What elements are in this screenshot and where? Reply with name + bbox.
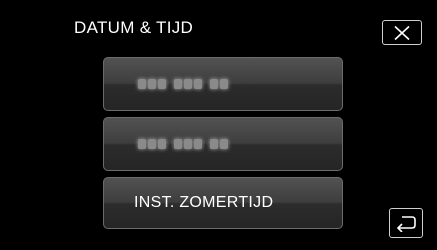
- menu-item-1-button[interactable]: [103, 57, 343, 111]
- close-icon: [394, 25, 410, 40]
- blurred-label: [138, 79, 228, 89]
- back-button[interactable]: [389, 208, 423, 238]
- blurred-label: [138, 139, 228, 149]
- return-arrow-icon: [396, 216, 416, 232]
- page-title: DATUM & TIJD: [74, 18, 194, 37]
- close-button[interactable]: [382, 20, 422, 45]
- daylight-saving-label: INST. ZOMERTIJD: [134, 194, 274, 211]
- daylight-saving-button[interactable]: INST. ZOMERTIJD: [103, 177, 343, 229]
- menu-item-2-button[interactable]: [103, 117, 343, 171]
